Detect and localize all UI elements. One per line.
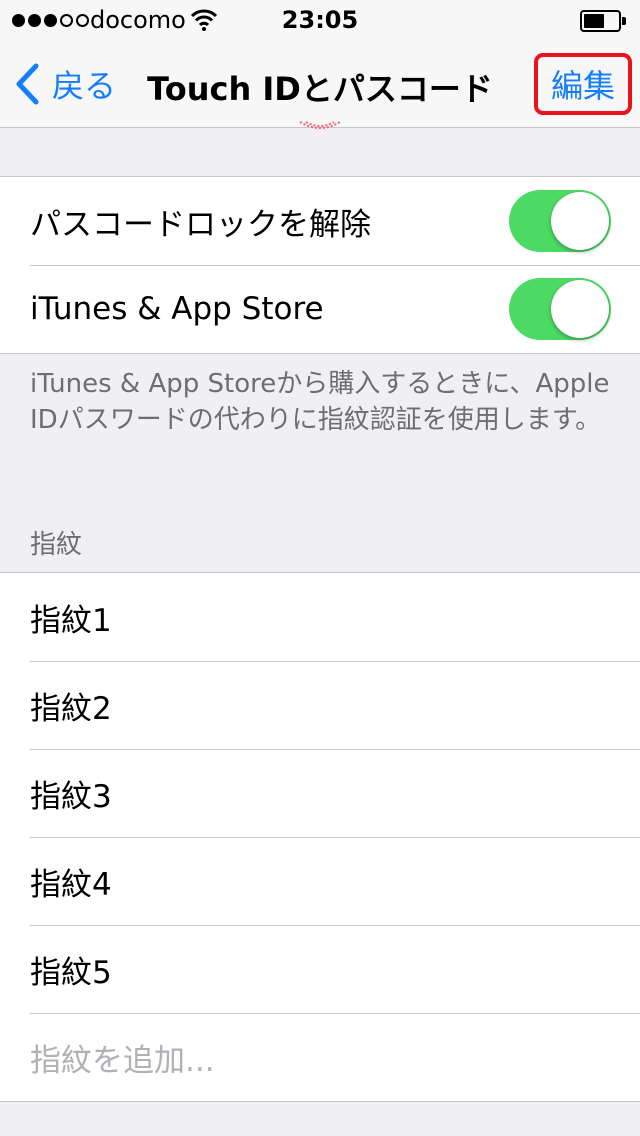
passcode-unlock-toggle[interactable] (509, 190, 611, 252)
fingerprint-label: 指紋5 (30, 954, 112, 991)
itunes-app-store-label: iTunes & App Store (30, 291, 324, 327)
fingerprint-label: 指紋4 (30, 866, 112, 903)
toggle-group-footer: iTunes & App Storeから購入するときに、Apple IDパスワー… (30, 369, 610, 435)
fingerprint-icon (299, 121, 341, 129)
passcode-unlock-row: パスコードロックを解除 (0, 177, 640, 265)
status-bar: docomo 23:05 (0, 0, 640, 40)
fingerprint-row-3[interactable]: 指紋3 (0, 749, 640, 837)
passcode-unlock-label: パスコードロックを解除 (30, 206, 371, 243)
fingerprint-label: 指紋2 (30, 690, 112, 727)
fingerprint-row-1[interactable]: 指紋1 (0, 573, 640, 661)
settings-screen: docomo 23:05 戻る Touch IDとパスコード 編集 パスコードロ… (0, 0, 640, 1136)
fingerprint-row-2[interactable]: 指紋2 (0, 661, 640, 749)
fingerprint-label: 指紋1 (30, 602, 112, 639)
edit-button[interactable]: 編集 (534, 53, 632, 115)
fingerprint-row-5[interactable]: 指紋5 (0, 925, 640, 1013)
fingerprint-row-4[interactable]: 指紋4 (0, 837, 640, 925)
navigation-bar: 戻る Touch IDとパスコード 編集 (0, 40, 640, 128)
fingerprints-group: 指紋1 指紋2 指紋3 指紋4 指紋5 指紋を追加... (0, 572, 640, 1102)
add-fingerprint-label: 指紋を追加... (30, 1042, 215, 1079)
fingerprint-label: 指紋3 (30, 778, 112, 815)
itunes-app-store-toggle[interactable] (509, 278, 611, 340)
toggle-knob (551, 280, 609, 338)
itunes-app-store-row: iTunes & App Store (0, 265, 640, 353)
edit-button-label: 編集 (550, 67, 615, 105)
status-time: 23:05 (281, 6, 359, 34)
add-fingerprint-row[interactable]: 指紋を追加... (0, 1013, 640, 1101)
toggle-group: パスコードロックを解除 iTunes & App Store (0, 176, 640, 354)
toggle-knob (551, 192, 609, 250)
battery-icon (580, 10, 626, 32)
fingerprints-section-header: 指紋 (30, 530, 83, 560)
